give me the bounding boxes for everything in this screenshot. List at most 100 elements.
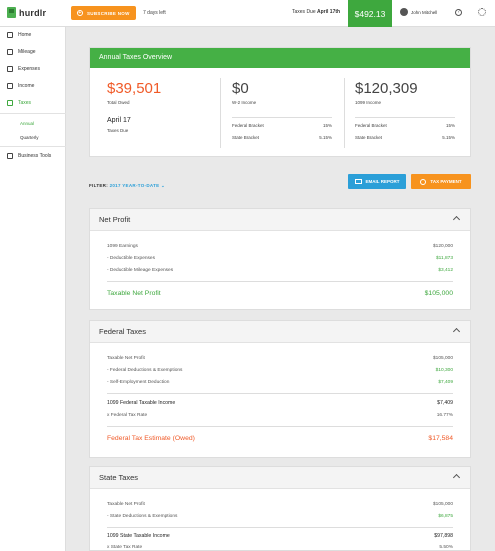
sidebar-item-label: Business Tools	[18, 153, 52, 159]
row-value: $105,000	[432, 502, 453, 507]
state-taxes-card: State Taxes Taxable Net Profit $105,000 …	[89, 466, 471, 551]
bracket-label: State Bracket	[232, 135, 260, 140]
sidebar-subitem-annual[interactable]: Annual	[20, 121, 34, 126]
envelope-icon	[354, 179, 362, 184]
row-label: - State Deductions & Exemptions	[107, 514, 178, 519]
state-taxes-header[interactable]: State Taxes	[90, 467, 470, 489]
sidebar-item-label: Expenses	[18, 66, 40, 72]
net-profit-card: Net Profit 1099 Earnings $120,000 - Dedu…	[89, 208, 471, 310]
divider	[232, 117, 332, 118]
chevron-up-icon[interactable]	[452, 215, 461, 224]
divider	[107, 527, 453, 528]
overview-title: Annual Taxes Overview	[90, 48, 470, 68]
card-title: Federal Taxes	[99, 327, 146, 336]
help-icon[interactable]: ?	[455, 9, 462, 16]
gear-icon[interactable]	[478, 8, 486, 16]
sidebar-item-income[interactable]: Income	[7, 83, 34, 89]
sidebar-item-mileage[interactable]: Mileage	[7, 49, 36, 55]
table-row: - State Deductions & Exemptions $6,875	[107, 514, 453, 519]
divider	[107, 393, 453, 394]
federal-taxes-header[interactable]: Federal Taxes	[90, 321, 470, 343]
bracket-value: 5.15%	[442, 135, 455, 140]
taxes-due-date: April 17th	[317, 9, 341, 15]
sidebar-item-expenses[interactable]: Expenses	[7, 66, 40, 72]
logo-text: hurdlr	[19, 7, 47, 18]
table-row: 1099 State Taxable Income $97,898	[107, 533, 453, 539]
chevron-down-icon: ⌄	[161, 183, 166, 188]
bracket-label: Federal Bracket	[232, 123, 264, 128]
card-title: Net Profit	[99, 215, 131, 224]
income-1099-label: 1099 Income	[355, 100, 382, 105]
left-state-bracket: State Bracket 5.15%	[232, 135, 332, 140]
sidebar-item-label: Home	[18, 32, 32, 38]
federal-taxes-card: Federal Taxes Taxable Net Profit $105,00…	[89, 320, 471, 458]
receipt-icon	[7, 66, 13, 72]
sidebar: Home Mileage Expenses Income Taxes Annua…	[0, 27, 66, 551]
subscribe-button[interactable]: + SUBSCRIBE NOW	[71, 6, 136, 20]
total-owed-label: Total Owed	[107, 100, 130, 105]
taxes-due-prefix: Taxes Due	[292, 9, 316, 15]
divider	[344, 78, 345, 148]
total-row: Taxable Net Profit $105,000	[107, 290, 453, 297]
row-value: $105,000	[432, 356, 453, 361]
row-label: 1099 Federal Taxable Income	[107, 400, 176, 406]
logo[interactable]: hurdlr	[7, 7, 46, 18]
taxes-due: Taxes Due April 17th	[292, 9, 340, 15]
total-row: Federal Tax Estimate (Owed) $17,584	[107, 435, 453, 442]
row-value: $10,300	[435, 368, 453, 373]
table-row: x Federal Tax Rate 16.77%	[107, 413, 453, 418]
table-row: 1099 Earnings $120,000	[107, 244, 453, 249]
table-row: 1099 Federal Taxable Income $7,409	[107, 400, 453, 406]
filter-dropdown[interactable]: FILTER: 2017 YEAR-TO-DATE ⌄	[89, 183, 165, 189]
divider	[107, 426, 453, 427]
sidebar-subitem-quarterly[interactable]: Quarterly	[20, 135, 39, 140]
row-value: $7,409	[438, 380, 453, 385]
table-row: Taxable Net Profit $105,000	[107, 356, 453, 361]
row-value: 5.50%	[439, 545, 453, 550]
top-bar: hurdlr + SUBSCRIBE NOW 7 days left Taxes…	[0, 0, 495, 27]
table-row: x State Tax Rate 5.50%	[107, 545, 453, 550]
bracket-value: 15%	[445, 123, 455, 128]
due-label: Taxes Due	[107, 128, 129, 133]
chevron-up-icon[interactable]	[452, 327, 461, 336]
logo-icon	[7, 7, 16, 18]
divider	[107, 281, 453, 282]
income-1099-value: $120,309	[355, 80, 418, 97]
bracket-value: 15%	[322, 123, 332, 128]
filter-label: FILTER:	[89, 183, 109, 188]
taxes-icon	[7, 100, 13, 106]
divider	[0, 146, 66, 147]
divider	[355, 117, 455, 118]
divider	[220, 78, 221, 148]
sidebar-item-label: Income	[18, 83, 35, 89]
avatar	[400, 8, 408, 16]
row-value: $120,000	[432, 244, 453, 249]
bracket-label: State Bracket	[355, 135, 383, 140]
sidebar-item-business-tools[interactable]: Business Tools	[7, 153, 51, 159]
sidebar-item-home[interactable]: Home	[7, 32, 31, 38]
taxes-due-amount[interactable]: $492.13	[348, 0, 392, 27]
trial-days-left: 7 days left	[143, 10, 166, 16]
row-label: 1099 Earnings	[107, 244, 138, 249]
row-value: 16.77%	[436, 413, 453, 418]
net-profit-header[interactable]: Net Profit	[90, 209, 470, 231]
user-menu[interactable]: John Mitchell	[400, 8, 437, 16]
bracket-label: Federal Bracket	[355, 123, 387, 128]
row-label: x State Tax Rate	[107, 545, 143, 550]
tax-payment-button[interactable]: TAX PAYMENT	[411, 174, 471, 189]
row-value: $3,412	[438, 268, 453, 273]
row-label: - Deductible Expenses	[107, 256, 155, 261]
table-row: - Federal Deductions & Exemptions $10,30…	[107, 368, 453, 373]
row-label: - Self-Employment Deduction	[107, 380, 170, 385]
total-label: Federal Tax Estimate (Owed)	[107, 435, 195, 442]
chevron-up-icon[interactable]	[452, 473, 461, 482]
table-row: Taxable Net Profit $105,000	[107, 502, 453, 507]
user-name: John Mitchell	[411, 9, 438, 15]
total-value: $17,584	[428, 435, 453, 442]
table-row: - Self-Employment Deduction $7,409	[107, 380, 453, 385]
due-date: April 17	[107, 117, 131, 124]
table-row: - Deductible Mileage Expenses $3,412	[107, 268, 453, 273]
email-report-button[interactable]: EMAIL REPORT	[348, 174, 406, 189]
sidebar-item-label: Taxes	[18, 100, 32, 106]
sidebar-item-taxes[interactable]: Taxes	[7, 100, 31, 106]
